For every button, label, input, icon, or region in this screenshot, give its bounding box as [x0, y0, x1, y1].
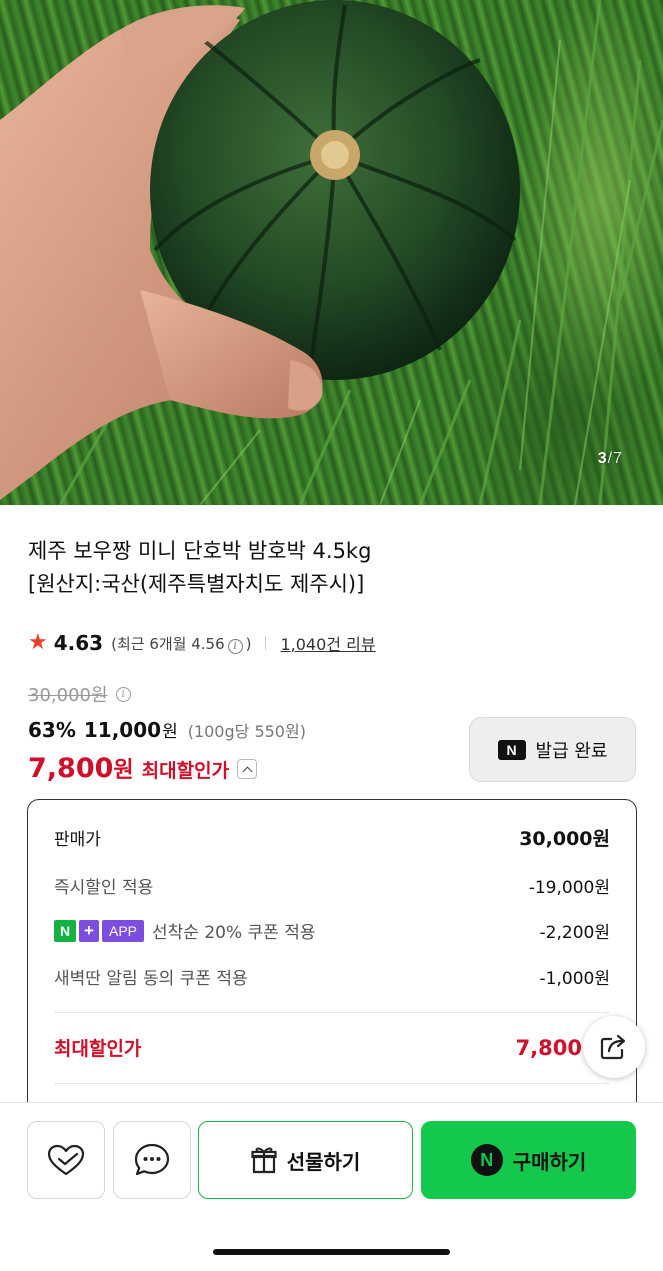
max-discount-row[interactable]: 7,800 원 최대할인가 — [28, 752, 258, 784]
breakdown-coupon-group: N + APP 선착순 20% 쿠폰 적용 — [54, 918, 316, 943]
heart-check-icon — [47, 1144, 85, 1176]
breakdown-value: 30,000원 — [519, 828, 610, 850]
breakdown-divider — [54, 1012, 610, 1013]
breakdown-total-value: 7,800 — [515, 1035, 582, 1060]
discount-rate: 63% — [28, 718, 76, 742]
pumpkin-photo — [0, 0, 663, 505]
naver-badge: N — [54, 919, 76, 942]
breakdown-label: 판매가 — [54, 830, 101, 850]
product-title: 제주 보우짱 미니 단호박 밤호박 4.5kg [원산지:국산(제주특별자치도 … — [28, 535, 628, 601]
talk-button[interactable] — [113, 1121, 191, 1199]
plus-badge: + — [79, 919, 99, 942]
rating-recent-prefix: (최근 6개월 4.56 — [111, 634, 225, 653]
page-current: 3 — [597, 450, 608, 467]
product-title-line2: [원산지:국산(제주특별자치도 제주시)] — [28, 572, 365, 596]
max-discount-price: 7,800 — [28, 753, 114, 784]
price-breakdown: 판매가 30,000원 즉시할인 적용 -19,000원 N + APP 선착순… — [27, 799, 637, 1119]
sale-price-unit: 원 — [162, 722, 178, 742]
naver-n-icon: N — [497, 739, 526, 760]
original-price: 30,000원 i — [28, 681, 134, 707]
breakdown-row: 새벽딴 알림 동의 쿠폰 적용 -1,000원 — [54, 964, 610, 989]
star-icon: ★ — [28, 630, 48, 655]
coupon-issued-button[interactable]: N 발급 완료 — [469, 717, 636, 782]
breakdown-row: 즉시할인 적용 -19,000원 — [54, 873, 610, 898]
sale-price-row: 63% 11,000 원 (100g당 550원) — [28, 717, 306, 742]
review-count-link[interactable]: 1,040건 리뷰 — [280, 631, 375, 655]
badge-group: N + APP — [54, 919, 145, 942]
max-discount-unit: 원 — [113, 758, 134, 783]
breakdown-total-label: 최대할인가 — [54, 1038, 142, 1060]
gift-button[interactable]: 선물하기 — [198, 1121, 413, 1199]
breakdown-divider — [54, 1083, 610, 1084]
divider — [265, 636, 267, 650]
rating-row: ★ 4.63 (최근 6개월 4.56 i) 1,040건 리뷰 — [28, 630, 376, 656]
breakdown-label: 선착순 20% 쿠폰 적용 — [152, 923, 316, 943]
buy-button-label: 구매하기 — [512, 1149, 587, 1174]
bottom-action-bar: 선물하기 N 구매하기 — [0, 1102, 663, 1271]
breakdown-label: 새벽딴 알림 동의 쿠폰 적용 — [54, 969, 248, 989]
product-image[interactable]: 3/7 — [0, 0, 663, 505]
unit-price: (100g당 550원) — [187, 722, 306, 741]
image-page-counter: 3/7 — [598, 450, 623, 468]
wishlist-button[interactable] — [27, 1121, 105, 1199]
rating-recent-suffix: ) — [245, 634, 252, 653]
app-badge: APP — [102, 919, 145, 942]
breakdown-value: -2,200원 — [539, 923, 610, 943]
info-icon[interactable]: i — [227, 638, 243, 654]
breakdown-row: N + APP 선착순 20% 쿠폰 적용 -2,200원 — [54, 918, 610, 943]
naver-pay-icon: N — [470, 1144, 503, 1176]
breakdown-value: -19,000원 — [528, 878, 610, 898]
max-discount-label: 최대할인가 — [141, 760, 230, 782]
product-title-line1: 제주 보우짱 미니 단호박 밤호박 4.5kg — [28, 539, 372, 563]
coupon-label: 발급 완료 — [535, 740, 608, 762]
chat-bubble-icon — [134, 1143, 170, 1176]
price-info-icon[interactable]: i — [115, 686, 131, 702]
gift-button-label: 선물하기 — [286, 1149, 361, 1174]
rating-score: 4.63 — [53, 631, 104, 655]
breakdown-total-row: 최대할인가 7,800 — [54, 1034, 610, 1061]
gift-icon — [251, 1147, 277, 1174]
page-total: 7 — [613, 450, 623, 467]
rating-recent: (최근 6개월 4.56 i) — [111, 633, 251, 654]
share-icon — [600, 1034, 626, 1060]
breakdown-value: -1,000원 — [539, 969, 610, 989]
chevron-up-icon[interactable] — [237, 759, 258, 779]
buy-button[interactable]: N 구매하기 — [421, 1121, 636, 1199]
breakdown-label: 즉시할인 적용 — [54, 878, 154, 898]
breakdown-row: 판매가 30,000원 — [54, 824, 610, 851]
original-price-value: 30,000원 — [28, 685, 108, 706]
sale-price: 11,000 — [83, 718, 162, 742]
share-button[interactable] — [583, 1016, 645, 1078]
home-indicator[interactable] — [213, 1249, 450, 1255]
